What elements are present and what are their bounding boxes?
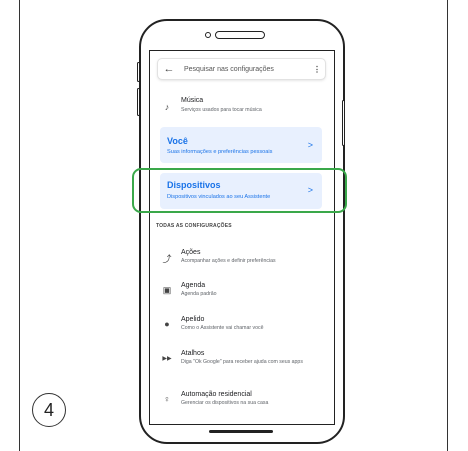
- setting-subtitle: Serviços usados para tocar música: [181, 107, 262, 113]
- setting-automacao[interactable]: ♀ Automação residencial Gerenciar os dis…: [150, 389, 334, 413]
- person-icon: ●: [164, 319, 170, 329]
- setting-subtitle: Acompanhar ações e definir preferências: [181, 258, 276, 264]
- lightbulb-icon: ♀: [163, 394, 171, 404]
- highlight-box: [132, 168, 347, 213]
- speaker-slot: [215, 31, 265, 39]
- frame-left-border: [19, 0, 20, 451]
- arrow-left-icon[interactable]: ←: [158, 63, 180, 75]
- side-button-right: [342, 100, 345, 146]
- setting-title: Atalhos: [181, 350, 205, 357]
- setting-music[interactable]: ♪ Música Serviços usados para tocar músi…: [150, 95, 334, 121]
- setting-agenda[interactable]: ▣ Agenda Agenda padrão: [150, 280, 334, 304]
- frame-right-border: [447, 0, 448, 451]
- chevron-right-icon: >: [307, 140, 313, 150]
- search-placeholder: Pesquisar nas configurações: [184, 65, 274, 73]
- trending-icon: ⤴: [162, 254, 172, 264]
- search-bar[interactable]: ← Pesquisar nas configurações ⋮: [158, 59, 325, 79]
- setting-subtitle: Como o Assistente vai chamar você: [181, 325, 264, 331]
- calendar-icon: ▣: [162, 285, 172, 295]
- fast-forward-icon: ▶▶: [162, 356, 172, 362]
- setting-title: Ações: [181, 249, 201, 256]
- setting-title: Música: [181, 97, 204, 104]
- card-title: Você: [167, 136, 188, 146]
- section-header: TODAS AS CONFIGURAÇÕES: [156, 223, 232, 229]
- setting-subtitle: Diga "Ok Google" para receber ajuda com …: [181, 359, 303, 365]
- setting-atalhos[interactable]: ▶▶ Atalhos Diga "Ok Google" para receber…: [150, 348, 334, 380]
- setting-subtitle: Agenda padrão: [181, 291, 217, 297]
- camera-dot: [205, 32, 211, 38]
- phone-screen: ← Pesquisar nas configurações ⋮ ♪ Música…: [149, 50, 335, 425]
- side-button-left-top: [137, 62, 140, 82]
- setting-subtitle: Gerenciar os dispositivos na sua casa: [181, 400, 269, 406]
- setting-title: Automação residencial: [181, 391, 252, 398]
- music-note-icon: ♪: [164, 102, 170, 112]
- card-voce[interactable]: Você Suas informações e preferências pes…: [160, 127, 322, 163]
- more-vert-icon[interactable]: ⋮: [309, 65, 325, 74]
- setting-apelido[interactable]: ● Apelido Como o Assistente vai chamar v…: [150, 314, 334, 338]
- setting-title: Agenda: [181, 282, 206, 289]
- home-indicator: [209, 430, 273, 433]
- step-number-badge: 4: [32, 393, 66, 427]
- side-button-left-bottom: [137, 88, 140, 116]
- setting-acoes[interactable]: ⤴ Ações Acompanhar ações e definir prefe…: [150, 247, 334, 271]
- setting-title: Apelido: [181, 316, 205, 323]
- card-subtitle: Suas informações e preferências pessoais: [167, 149, 273, 155]
